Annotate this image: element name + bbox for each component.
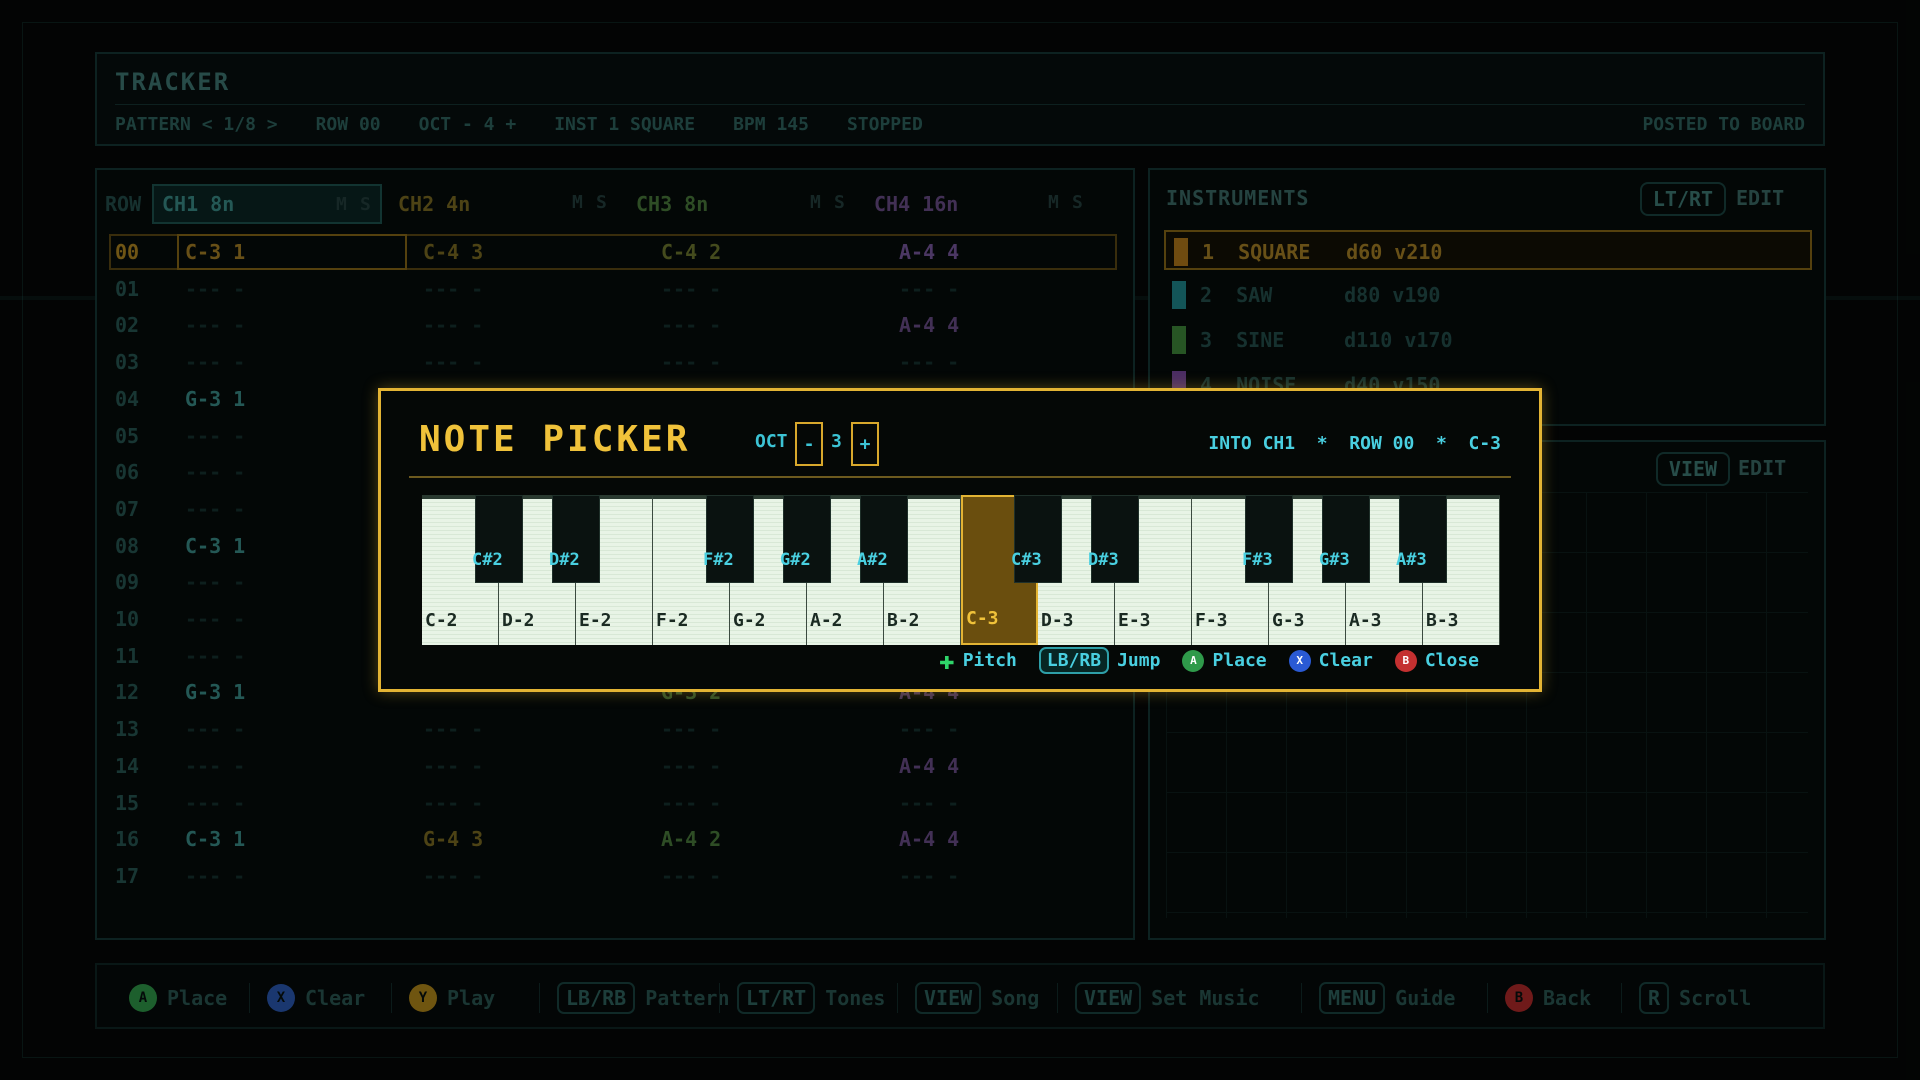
note-picker-title: NOTE PICKER [419,419,691,460]
key-label: E-3 [1118,610,1151,631]
key-label: A#2 [857,550,888,570]
dpad-icon: ✚ [939,645,955,676]
key-label: F#3 [1242,550,1273,570]
key-label: F-3 [1195,610,1228,631]
key-label: G#3 [1319,550,1350,570]
hint-jump: LB/RB Jump [1038,647,1161,674]
black-key[interactable]: C#3 [1011,495,1062,583]
black-key[interactable]: A#3 [1396,495,1447,583]
key-label: C-3 [966,608,999,629]
key-label: E-2 [579,610,612,631]
key-label: C#2 [472,550,503,570]
key-label: D-2 [502,610,535,631]
key-label: C-2 [425,610,458,631]
key-label: A#3 [1396,550,1427,570]
b-button-icon: B [1394,649,1417,672]
picker-octave-plus-button[interactable]: + [851,422,879,466]
key-label: G-2 [733,610,766,631]
black-key[interactable]: D#3 [1088,495,1139,583]
key-label: G#2 [780,550,811,570]
key-label: F-2 [656,610,689,631]
picker-hints: ✚ Pitch LB/RB Jump A Place X Clear B Clo… [939,647,1479,674]
hint-clear[interactable]: X Clear [1288,649,1373,672]
black-key[interactable]: A#2 [857,495,908,583]
hint-clear-label: Clear [1318,650,1373,671]
black-key[interactable]: G#2 [780,495,831,583]
key-label: A-3 [1349,610,1382,631]
hint-place[interactable]: A Place [1182,649,1267,672]
key-label: D-3 [1041,610,1074,631]
x-button-icon: X [1288,649,1311,672]
hint-place-label: Place [1212,650,1267,671]
key-label: F#2 [703,550,734,570]
key-label: B-3 [1426,610,1459,631]
piano-keyboard: C-2 D-2 E-2 F-2 G-2 A-2 B-2 C-3 D-3 E-3 F-3 G-3 A-3 B… [422,495,1500,647]
bumper-key: LB/RB [1038,647,1110,674]
hint-close-label: Close [1424,650,1479,671]
key-label: C#3 [1011,550,1042,570]
hint-jump-label: Jump [1117,650,1161,671]
black-key[interactable]: G#3 [1319,495,1370,583]
black-key[interactable]: F#2 [703,495,754,583]
key-label: D#3 [1088,550,1119,570]
picker-divider [409,476,1511,478]
key-label: D#2 [549,550,580,570]
key-label: A-2 [810,610,843,631]
a-button-icon: A [1182,649,1205,672]
note-picker-modal: NOTE PICKER OCT - 3 + INTO CH1 * ROW 00 … [378,388,1542,692]
key-label: B-2 [887,610,920,631]
hint-pitch-label: Pitch [962,650,1017,671]
picker-target-info: INTO CH1 * ROW 00 * C-3 [1208,433,1501,454]
black-key[interactable]: D#2 [549,495,600,583]
hint-pitch: ✚ Pitch [939,645,1017,676]
hint-close[interactable]: B Close [1394,649,1479,672]
picker-octave-value: 3 [831,431,842,452]
black-key[interactable]: C#2 [472,495,523,583]
key-label: G-3 [1272,610,1305,631]
picker-octave-minus-button[interactable]: - [795,422,823,466]
black-key[interactable]: F#3 [1242,495,1293,583]
picker-octave-label: OCT [755,431,788,452]
